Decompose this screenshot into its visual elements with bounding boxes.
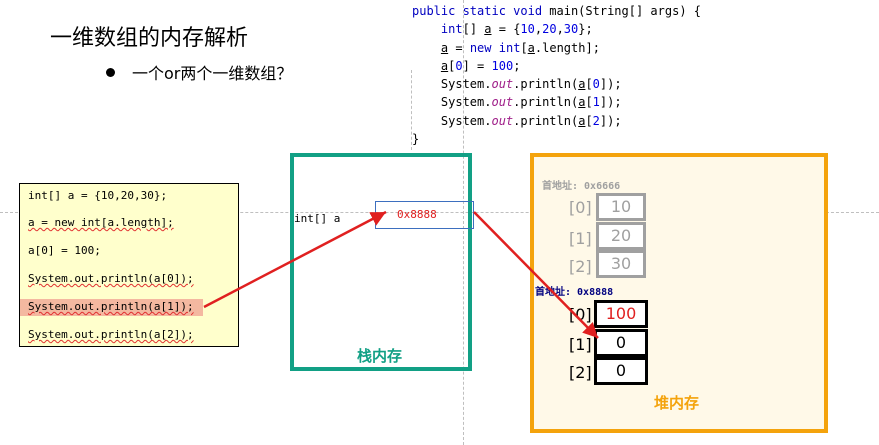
arrows-layer [203,210,599,339]
arrow-stack-to-heap [473,211,599,339]
arrow-code-to-stack [203,210,387,309]
